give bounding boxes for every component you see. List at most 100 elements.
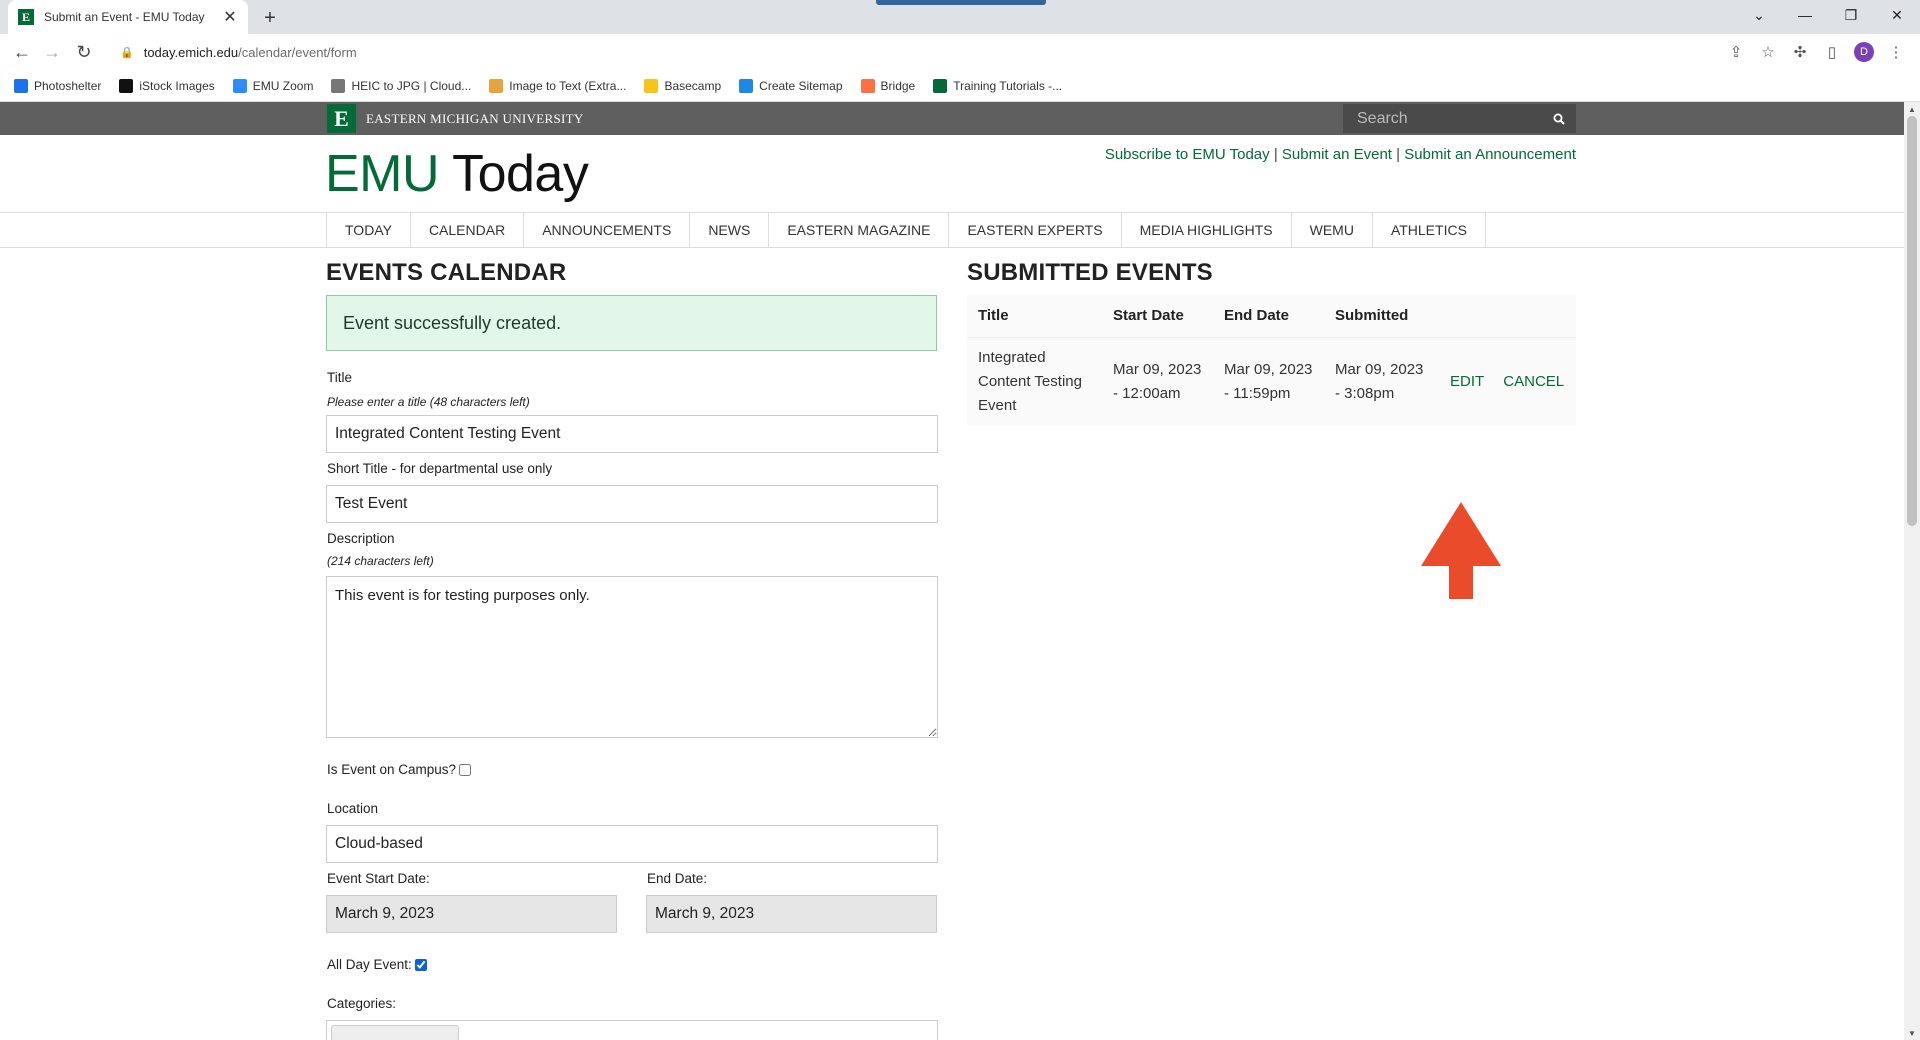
table-row: Integrated Content Testing Event Mar 09,… — [967, 337, 1576, 426]
share-icon[interactable]: ⇪ — [1720, 38, 1752, 66]
title-field[interactable] — [326, 415, 938, 453]
on-campus-row: Is Event on Campus? — [327, 762, 472, 777]
menu-kebab-icon[interactable]: ⋮ — [1880, 38, 1912, 66]
university-brand[interactable]: E EASTERN MICHIGAN UNIVERSITY — [327, 104, 584, 133]
short-title-field[interactable] — [326, 485, 938, 523]
start-date-field[interactable] — [326, 895, 617, 933]
emu-icon — [933, 78, 948, 93]
all-day-label: All Day Event: — [327, 957, 412, 972]
extensions-icon[interactable]: ✣ — [1784, 38, 1816, 66]
reload-icon[interactable]: ↻ — [70, 38, 98, 66]
side-panel-icon[interactable]: ▯ — [1816, 38, 1848, 66]
minimize-icon[interactable]: — — [1782, 0, 1828, 30]
event-submitted-cell: Mar 09, 2023 - 3:08pm — [1324, 337, 1442, 426]
bookmark-label: Image to Text (Extra... — [509, 78, 627, 93]
close-tab-icon[interactable]: ✕ — [222, 7, 238, 27]
event-end-cell: Mar 09, 2023 - 11:59pm — [1213, 337, 1324, 426]
scroll-up-icon[interactable]: ▲ — [1904, 102, 1920, 116]
nav-item-eastern-experts[interactable]: EASTERN EXPERTS — [949, 213, 1122, 247]
main-nav: TODAY CALENDAR ANNOUNCEMENTS NEWS EASTERN MA… — [0, 212, 1904, 248]
on-campus-checkbox[interactable] — [459, 764, 472, 777]
scrollbar-thumb[interactable] — [1907, 116, 1917, 526]
close-window-icon[interactable]: ✕ — [1874, 0, 1920, 30]
link-separator: | — [1396, 146, 1401, 163]
photoshelter-icon — [14, 78, 28, 93]
site-masthead[interactable]: EMU Today — [325, 144, 589, 204]
success-message: Event successfully created. — [326, 295, 937, 351]
description-hint: (214 characters left) — [327, 554, 434, 568]
location-label: Location — [327, 801, 379, 816]
all-day-checkbox[interactable] — [414, 959, 427, 972]
table-header-row: Title Start Date End Date Submitted — [967, 295, 1576, 338]
basecamp-icon — [644, 78, 659, 93]
nav-item-today[interactable]: TODAY — [327, 213, 411, 247]
new-tab-icon[interactable]: + — [256, 4, 284, 32]
bookmark-item[interactable]: Create Sitemap — [739, 78, 843, 93]
university-name: EASTERN MICHIGAN UNIVERSITY — [366, 110, 584, 126]
bookmark-item[interactable]: Training Tutorials -... — [933, 78, 1062, 93]
categories-field[interactable] — [326, 1020, 938, 1040]
edit-cell: EDIT — [1442, 337, 1494, 426]
bookmark-label: iStock Images — [139, 78, 215, 93]
bookmark-item[interactable]: HEIC to JPG | Cloud... — [331, 78, 471, 93]
category-chip[interactable] — [331, 1025, 459, 1040]
description-field[interactable]: This event is for testing purposes only. — [326, 576, 938, 738]
event-title-cell: Integrated Content Testing Event — [967, 337, 1102, 426]
bookmark-item[interactable]: Photoshelter — [14, 78, 101, 93]
events-calendar-heading: EVENTS CALENDAR — [326, 259, 567, 286]
profile-avatar[interactable]: D — [1848, 38, 1880, 66]
tab-title: Submit an Event - EMU Today — [44, 10, 205, 24]
search-input[interactable] — [1357, 109, 1537, 128]
bookmark-item[interactable]: Basecamp — [644, 78, 721, 93]
on-campus-label: Is Event on Campus? — [327, 762, 457, 777]
bookmark-item[interactable]: iStock Images — [119, 78, 215, 93]
link-separator: | — [1273, 146, 1278, 163]
nav-item-wemu[interactable]: WEMU — [1292, 213, 1373, 247]
nav-item-athletics[interactable]: ATHLETICS — [1373, 213, 1486, 247]
browser-tab[interactable]: E Submit an Event - EMU Today ✕ — [8, 0, 248, 34]
nav-item-calendar[interactable]: CALENDAR — [411, 213, 525, 247]
submitted-events-heading: SUBMITTED EVENTS — [967, 259, 1213, 286]
bookmark-item[interactable]: Bridge — [860, 78, 915, 93]
emu-favicon-icon: E — [18, 9, 34, 25]
bridge-icon — [860, 78, 875, 93]
nav-item-news[interactable]: NEWS — [690, 213, 770, 247]
lock-icon: 🔒 — [120, 46, 134, 59]
all-day-row: All Day Event: — [327, 957, 427, 972]
bookmark-item[interactable]: Image to Text (Extra... — [489, 78, 627, 93]
end-date-field[interactable] — [646, 895, 937, 933]
edit-link[interactable]: EDIT — [1450, 373, 1484, 390]
red-arrow-annotation — [1421, 502, 1501, 599]
page-scrollbar[interactable]: ▲ ▼ — [1904, 102, 1920, 1040]
submit-announcement-link[interactable]: Submit an Announcement — [1404, 146, 1576, 163]
search-icon[interactable] — [1542, 104, 1576, 133]
bookmark-star-icon[interactable]: ☆ — [1752, 38, 1784, 66]
cancel-link[interactable]: CANCEL — [1503, 373, 1564, 390]
back-icon[interactable]: ← — [8, 38, 36, 66]
bookmark-item[interactable]: EMU Zoom — [232, 78, 313, 93]
address-bar[interactable]: 🔒 today.emich.edu/calendar/event/form — [112, 38, 1770, 66]
subscribe-link[interactable]: Subscribe to EMU Today — [1105, 146, 1270, 163]
forward-icon[interactable]: → — [38, 38, 66, 66]
scroll-down-icon[interactable]: ▼ — [1904, 1026, 1920, 1040]
bookmark-label: Create Sitemap — [759, 78, 843, 93]
restore-icon[interactable]: ❐ — [1828, 0, 1874, 30]
nav-item-announcements[interactable]: ANNOUNCEMENTS — [524, 213, 691, 247]
avatar: D — [1854, 42, 1874, 62]
location-field[interactable] — [326, 825, 938, 863]
university-topbar: E EASTERN MICHIGAN UNIVERSITY — [0, 102, 1904, 135]
description-label: Description — [327, 531, 395, 546]
tab-search-icon[interactable]: ⌄ — [1736, 0, 1782, 30]
nav-item-media-highlights[interactable]: MEDIA HIGHLIGHTS — [1122, 213, 1292, 247]
submit-event-link[interactable]: Submit an Event — [1282, 146, 1392, 163]
title-label: Title — [327, 370, 353, 385]
cloud-icon — [331, 78, 346, 93]
nav-item-eastern-magazine[interactable]: EASTERN MAGAZINE — [769, 213, 950, 247]
site-search — [1343, 104, 1576, 133]
column-header-title: Title — [967, 295, 1102, 338]
column-header-actions — [1442, 295, 1494, 338]
title-hint: Please enter a title (48 characters left… — [327, 395, 530, 409]
short-title-label: Short Title - for departmental use only — [327, 461, 553, 476]
column-header-end-date: End Date — [1213, 295, 1324, 338]
column-header-start-date: Start Date — [1102, 295, 1213, 338]
